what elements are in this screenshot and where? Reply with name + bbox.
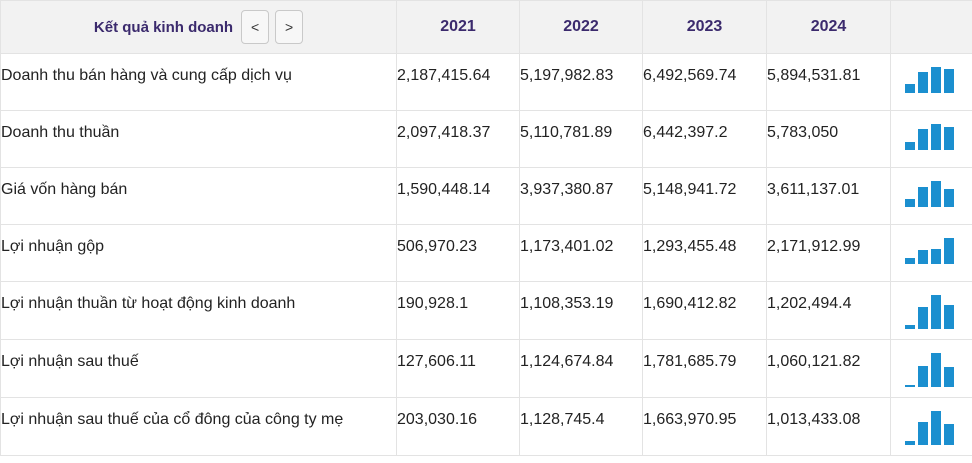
mini-bar-2021 [905,142,915,150]
mini-bar-chart[interactable] [905,353,959,387]
row-value-2022: 5,197,982.83 [519,53,643,111]
table-row: Lợi nhuận gộp 506,970.23 1,173,401.02 1,… [0,224,972,282]
row-value-2021: 1,590,448.14 [396,167,520,225]
mini-bar-2022 [918,129,928,150]
mini-bar-2023 [931,295,941,329]
row-label: Doanh thu bán hàng và cung cấp dịch vụ [0,53,397,111]
mini-bar-2021 [905,199,915,207]
mini-bar-chart[interactable] [905,67,959,93]
year-header-2021: 2021 [396,0,520,54]
table-row: Doanh thu thuần 2,097,418.37 5,110,781.8… [0,110,972,168]
mini-bar-2022 [918,72,928,93]
row-value-2021: 506,970.23 [396,224,520,282]
table-row: Doanh thu bán hàng và cung cấp dịch vụ 2… [0,53,972,111]
mini-bar-2024 [944,367,954,387]
mini-bar-chart[interactable] [905,411,959,445]
mini-bar-2023 [931,181,941,207]
row-value-2024: 2,171,912.99 [766,224,891,282]
row-value-2021: 127,606.11 [396,339,520,398]
mini-bar-2022 [918,307,928,329]
mini-bar-chart-cell[interactable] [890,339,972,398]
year-header-2022: 2022 [519,0,643,54]
mini-bar-2022 [918,366,928,387]
business-results-table: Kết quả kinh doanh < > 2021 2022 2023 20… [0,0,972,456]
mini-bar-2024 [944,238,954,264]
mini-bar-2023 [931,411,941,445]
year-header-2023: 2023 [642,0,767,54]
table-row: Lợi nhuận thuần từ hoạt động kinh doanh … [0,281,972,340]
mini-bar-2022 [918,187,928,207]
row-value-2022: 5,110,781.89 [519,110,643,168]
mini-bar-2021 [905,84,915,93]
row-label: Giá vốn hàng bán [0,167,397,225]
mini-bar-chart[interactable] [905,124,959,150]
row-value-2024: 5,894,531.81 [766,53,891,111]
table-row: Lợi nhuận sau thuế 127,606.11 1,124,674.… [0,339,972,398]
mini-bar-chart[interactable] [905,295,959,329]
mini-bar-2024 [944,127,954,150]
mini-bar-2021 [905,258,915,264]
mini-bar-chart[interactable] [905,238,959,264]
mini-bar-chart-cell[interactable] [890,167,972,225]
row-value-2022: 1,173,401.02 [519,224,643,282]
mini-bar-2022 [918,250,928,264]
row-value-2023: 5,148,941.72 [642,167,767,225]
row-label: Lợi nhuận gộp [0,224,397,282]
row-value-2024: 1,013,433.08 [766,397,891,456]
mini-bar-2022 [918,422,928,445]
year-header-2024: 2024 [766,0,891,54]
mini-bar-2024 [944,189,954,207]
mini-bar-chart-cell[interactable] [890,397,972,456]
mini-bar-chart-cell[interactable] [890,224,972,282]
row-value-2021: 2,097,418.37 [396,110,520,168]
row-value-2021: 2,187,415.64 [396,53,520,111]
mini-bar-2021 [905,385,915,387]
row-label: Lợi nhuận sau thuế [0,339,397,398]
mini-bar-2023 [931,67,941,93]
mini-bar-2021 [905,325,915,329]
row-value-2022: 1,124,674.84 [519,339,643,398]
mini-bar-2024 [944,424,954,445]
row-value-2022: 1,128,745.4 [519,397,643,456]
row-value-2022: 1,108,353.19 [519,281,643,340]
mini-bar-chart-cell[interactable] [890,281,972,340]
row-label: Lợi nhuận thuần từ hoạt động kinh doanh [0,281,397,340]
table-row: Lợi nhuận sau thuế của cổ đông của công … [0,397,972,456]
prev-period-button[interactable]: < [241,10,270,44]
mini-bar-2024 [944,69,954,93]
row-value-2023: 6,492,569.74 [642,53,767,111]
mini-bar-2021 [905,441,915,445]
row-value-2024: 3,611,137.01 [766,167,891,225]
row-value-2022: 3,937,380.87 [519,167,643,225]
mini-bar-2023 [931,353,941,387]
row-value-2023: 1,663,970.95 [642,397,767,456]
row-value-2024: 1,060,121.82 [766,339,891,398]
mini-bar-2023 [931,124,941,150]
row-value-2023: 6,442,397.2 [642,110,767,168]
chart-header [890,0,972,54]
mini-bar-chart[interactable] [905,181,959,207]
table-title: Kết quả kinh doanh [93,18,234,36]
row-label: Lợi nhuận sau thuế của cổ đông của công … [0,397,397,456]
row-value-2021: 203,030.16 [396,397,520,456]
row-value-2024: 5,783,050 [766,110,891,168]
row-value-2023: 1,690,412.82 [642,281,767,340]
table-header-row: Kết quả kinh doanh < > 2021 2022 2023 20… [0,0,972,54]
row-value-2023: 1,781,685.79 [642,339,767,398]
mini-bar-chart-cell[interactable] [890,110,972,168]
row-label: Doanh thu thuần [0,110,397,168]
header-title-cell: Kết quả kinh doanh < > [0,0,397,54]
row-value-2024: 1,202,494.4 [766,281,891,340]
mini-bar-2023 [931,249,941,264]
mini-bar-2024 [944,305,954,329]
table-row: Giá vốn hàng bán 1,590,448.14 3,937,380.… [0,167,972,225]
row-value-2021: 190,928.1 [396,281,520,340]
row-value-2023: 1,293,455.48 [642,224,767,282]
mini-bar-chart-cell[interactable] [890,53,972,111]
next-period-button[interactable]: > [275,10,304,44]
